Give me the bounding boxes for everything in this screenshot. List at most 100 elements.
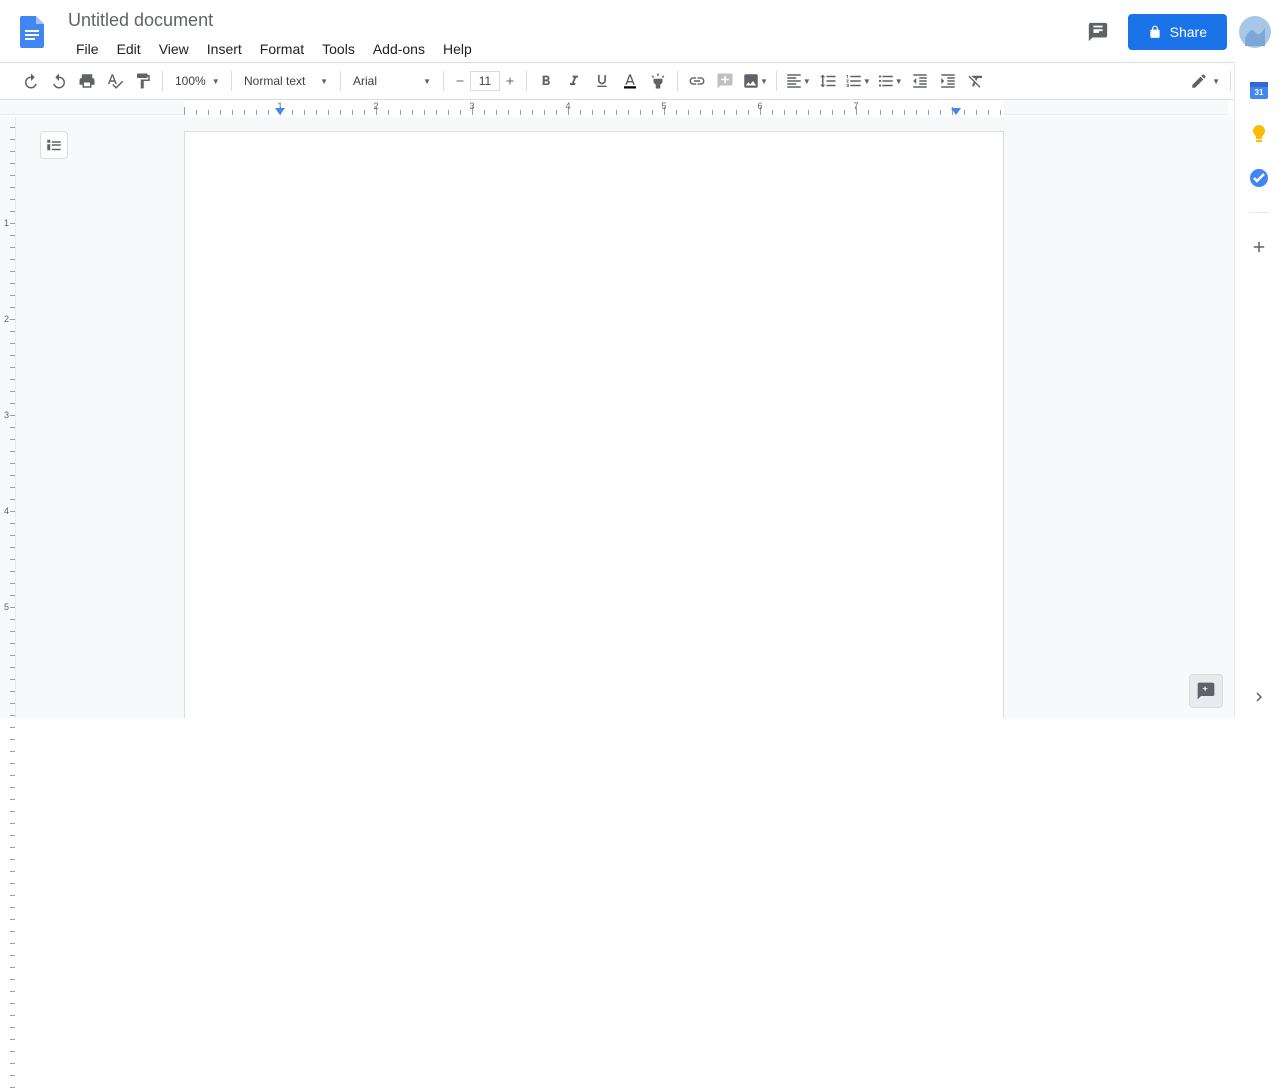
toolbar-separator [1230, 71, 1231, 91]
text-color-button[interactable] [617, 68, 643, 94]
add-comment-button[interactable] [712, 68, 738, 94]
zoom-combo[interactable]: 100% ▼ [169, 68, 225, 94]
horizontal-ruler-area: 1234567 [0, 100, 1228, 115]
canvas-scroll[interactable] [16, 117, 1234, 718]
paint-format-button[interactable] [130, 68, 156, 94]
ruler-tick [508, 110, 509, 115]
document-page[interactable] [184, 131, 1004, 718]
ruler-tick [10, 211, 15, 212]
caret-down-icon: ▼ [423, 77, 431, 86]
show-outline-button[interactable] [40, 131, 68, 159]
font-size-decrease[interactable] [450, 70, 470, 92]
ruler-tick [592, 110, 593, 115]
increase-indent-button[interactable] [935, 68, 961, 94]
first-line-indent-marker[interactable] [275, 108, 285, 115]
ruler-tick [10, 619, 15, 620]
increase-indent-icon [939, 72, 957, 90]
ruler-tick [10, 451, 15, 452]
get-addons-button[interactable] [1249, 237, 1269, 257]
align-button[interactable]: ▼ [783, 68, 813, 94]
font-size-increase[interactable] [500, 70, 520, 92]
ruler-tick [10, 1003, 15, 1004]
checklist-button[interactable]: ▼ [843, 68, 873, 94]
ruler-tick [10, 355, 15, 356]
line-spacing-button[interactable] [815, 68, 841, 94]
editing-mode-button[interactable]: ▼ [1188, 68, 1222, 94]
highlight-button[interactable] [645, 68, 671, 94]
tasks-addon[interactable] [1249, 168, 1269, 188]
ruler-tick [10, 1063, 15, 1064]
bold-button[interactable] [533, 68, 559, 94]
ruler-tick [904, 110, 905, 115]
menu-edit[interactable]: Edit [109, 37, 149, 61]
text-color-icon [621, 72, 639, 90]
calendar-addon[interactable]: 31 [1249, 80, 1269, 100]
ruler-tick [232, 110, 233, 115]
ruler-tick [640, 110, 641, 115]
insert-link-button[interactable] [684, 68, 710, 94]
outline-icon [45, 136, 63, 154]
svg-text:31: 31 [1255, 88, 1264, 97]
document-title[interactable]: Untitled document [68, 8, 1080, 33]
account-avatar[interactable] [1239, 16, 1271, 48]
vertical-ruler[interactable]: 12345 [0, 117, 16, 718]
ruler-number: 4 [565, 101, 570, 111]
ruler-tick [10, 223, 15, 224]
ruler-tick [10, 259, 15, 260]
ruler-tick [940, 110, 941, 115]
menu-help[interactable]: Help [435, 37, 480, 61]
menu-file[interactable]: File [68, 37, 107, 61]
italic-button[interactable] [561, 68, 587, 94]
ruler-tick [10, 607, 15, 608]
ruler-tick [292, 110, 293, 115]
caret-down-icon: ▼ [320, 77, 328, 86]
ruler-tick [448, 110, 449, 115]
ruler-tick [10, 823, 15, 824]
ruler-tick [868, 110, 869, 115]
undo-button[interactable] [18, 68, 44, 94]
comment-icon [1087, 21, 1109, 43]
font-size-group [450, 70, 520, 92]
spellcheck-button[interactable] [102, 68, 128, 94]
bulleted-list-button[interactable]: ▼ [875, 68, 905, 94]
ruler-tick [604, 110, 605, 115]
menu-view[interactable]: View [151, 37, 197, 61]
print-icon [78, 72, 96, 90]
clear-formatting-button[interactable] [963, 68, 989, 94]
underline-button[interactable] [589, 68, 615, 94]
ruler-tick [820, 110, 821, 115]
menu-addons[interactable]: Add-ons [365, 37, 433, 61]
plus-icon [504, 75, 516, 87]
horizontal-ruler[interactable]: 1234567 [184, 100, 1228, 115]
explore-button[interactable] [1189, 674, 1223, 708]
insert-image-button[interactable]: ▼ [740, 68, 770, 94]
canvas [16, 117, 1234, 718]
keep-addon[interactable] [1249, 124, 1269, 144]
ruler-tick [10, 199, 15, 200]
menu-format[interactable]: Format [252, 37, 312, 61]
menu-insert[interactable]: Insert [199, 37, 250, 61]
ruler-tick [10, 919, 15, 920]
print-button[interactable] [74, 68, 100, 94]
redo-button[interactable] [46, 68, 72, 94]
font-combo[interactable]: Arial ▼ [347, 68, 437, 94]
ruler-tick [892, 110, 893, 115]
hide-side-panel-button[interactable] [1246, 684, 1272, 710]
decrease-indent-button[interactable] [907, 68, 933, 94]
ruler-number: 7 [853, 101, 858, 111]
ruler-tick [10, 811, 15, 812]
ruler-tick [10, 427, 15, 428]
styles-combo[interactable]: Normal text ▼ [238, 68, 334, 94]
font-size-input[interactable] [470, 71, 500, 91]
ruler-tick [10, 307, 15, 308]
ruler-tick [988, 110, 989, 115]
right-indent-marker[interactable] [951, 108, 961, 115]
comments-button[interactable] [1080, 14, 1116, 50]
ruler-number: 6 [757, 101, 762, 111]
ruler-tick [10, 475, 15, 476]
ruler-tick [10, 799, 15, 800]
menu-tools[interactable]: Tools [314, 37, 363, 61]
share-button[interactable]: Share [1128, 14, 1227, 50]
decrease-indent-icon [911, 72, 929, 90]
docs-logo[interactable] [12, 12, 52, 52]
